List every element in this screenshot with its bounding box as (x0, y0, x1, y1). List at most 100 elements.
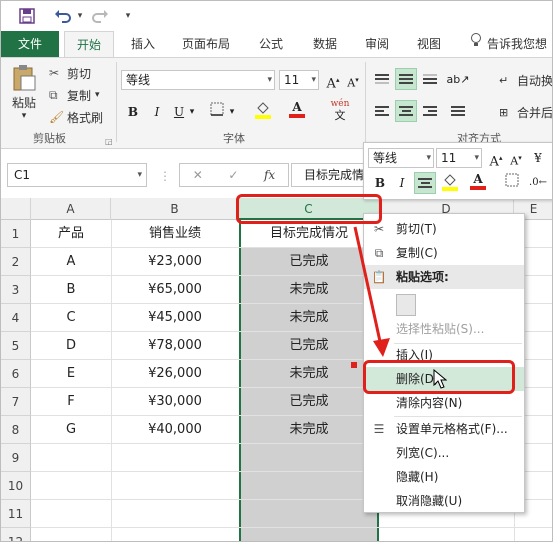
phonetic-guide-button[interactable]: wén 文 (327, 98, 353, 124)
row-header[interactable]: 2 (1, 248, 31, 276)
cell-a[interactable]: 产品 (31, 220, 111, 248)
cell-a[interactable]: B (31, 276, 111, 304)
cell-c[interactable]: 未完成 (239, 416, 379, 444)
align-bottom-icon[interactable] (419, 68, 441, 90)
redo-icon[interactable] (89, 6, 111, 26)
dialog-launcher-icon[interactable]: ◲ (105, 137, 113, 146)
select-all-button[interactable] (1, 198, 31, 220)
cell-b[interactable] (111, 500, 239, 528)
chevron-down-icon[interactable]: ▾ (227, 102, 237, 122)
cell-b[interactable]: ¥45,000 (111, 304, 239, 332)
row-header[interactable]: 11 (1, 500, 31, 528)
align-center-icon[interactable] (395, 100, 417, 122)
bold-button[interactable]: B (123, 102, 143, 122)
column-header-a[interactable]: A (31, 198, 111, 220)
cell-c[interactable] (239, 444, 379, 472)
cell-c[interactable] (239, 528, 379, 541)
wrap-text-button[interactable]: ↵ 自动换 (499, 70, 552, 90)
fill-color-icon[interactable] (253, 100, 273, 120)
cell-c[interactable]: 未完成 (239, 360, 379, 388)
mini-currency-icon[interactable]: ¥ (528, 148, 548, 168)
borders-icon[interactable] (207, 102, 227, 122)
cell-a[interactable]: G (31, 416, 111, 444)
cell-a[interactable]: D (31, 332, 111, 360)
cell-c[interactable] (239, 500, 379, 528)
format-painter-button[interactable]: 🖌 格式刷 (49, 108, 103, 126)
menu-item-cut[interactable]: ✂ 剪切(T) (364, 217, 524, 241)
cell-a[interactable]: A (31, 248, 111, 276)
row-header[interactable]: 1 (1, 220, 31, 248)
row-header[interactable]: 10 (1, 472, 31, 500)
align-middle-icon[interactable] (395, 68, 417, 90)
tab-page-layout[interactable]: 页面布局 (173, 31, 239, 57)
tab-formulas[interactable]: 公式 (251, 31, 291, 57)
row-header[interactable]: 4 (1, 304, 31, 332)
cell-b[interactable] (111, 528, 239, 541)
italic-button[interactable]: I (147, 102, 167, 122)
cell-b[interactable] (111, 444, 239, 472)
cell-b[interactable]: ¥23,000 (111, 248, 239, 276)
row-header[interactable]: 6 (1, 360, 31, 388)
row-header[interactable]: 9 (1, 444, 31, 472)
cell-a[interactable]: C (31, 304, 111, 332)
cell-a[interactable]: E (31, 360, 111, 388)
cell-c[interactable]: 未完成 (239, 276, 379, 304)
chevron-down-icon[interactable]: ▾ (187, 102, 197, 122)
mini-fill-color-icon[interactable] (440, 172, 460, 192)
row-header[interactable]: 12 (1, 528, 31, 541)
cell-b[interactable]: ¥65,000 (111, 276, 239, 304)
paste-button[interactable]: 粘贴 ▾ (7, 64, 41, 122)
chevron-down-icon[interactable]: ▾ (137, 164, 142, 186)
cell-c[interactable]: 已完成 (239, 248, 379, 276)
mini-increase-font-button[interactable]: A▴ (486, 148, 506, 169)
save-icon[interactable] (17, 6, 37, 26)
orientation-icon[interactable]: ab↗ (447, 68, 470, 90)
cell-c[interactable]: 目标完成情况 (239, 220, 379, 248)
cell-c[interactable]: 已完成 (239, 388, 379, 416)
font-size-combo[interactable]: 11 ▾ (279, 70, 319, 90)
underline-button[interactable]: U (169, 102, 189, 122)
menu-item-hide[interactable]: 隐藏(H) (364, 465, 524, 489)
tab-home[interactable]: 开始 (64, 31, 114, 58)
tab-view[interactable]: 视图 (409, 31, 449, 57)
cell-c[interactable]: 已完成 (239, 332, 379, 360)
font-name-combo[interactable]: 等线 ▾ (121, 70, 275, 90)
tab-data[interactable]: 数据 (305, 31, 345, 57)
menu-item-copy[interactable]: ⧉ 复制(C) (364, 241, 524, 265)
align-left-icon[interactable] (371, 100, 393, 122)
mini-size-combo[interactable]: 11 ▾ (436, 148, 482, 168)
copy-button[interactable]: ⧉ 复制 ▾ (49, 86, 100, 104)
mini-decrease-font-button[interactable]: A▾ (506, 148, 526, 168)
mini-font-combo[interactable]: 等线 ▾ (368, 148, 434, 168)
cell-b[interactable]: ¥30,000 (111, 388, 239, 416)
mini-align-center-icon[interactable] (414, 172, 436, 194)
menu-paste-default-button[interactable] (364, 289, 524, 319)
row-header[interactable]: 3 (1, 276, 31, 304)
tab-file[interactable]: 文件 (1, 31, 59, 57)
font-color-icon[interactable]: A (287, 100, 307, 120)
menu-item-paste-special[interactable]: 选择性粘贴(S)... (364, 317, 524, 341)
align-right-icon[interactable] (419, 100, 441, 122)
menu-item-unhide[interactable]: 取消隐藏(U) (364, 489, 524, 513)
indent-icon[interactable] (447, 100, 469, 122)
merge-center-button[interactable]: ⊞ 合并后 (499, 102, 552, 122)
cell-b[interactable] (111, 472, 239, 500)
undo-icon[interactable] (51, 6, 75, 26)
cell-b[interactable]: ¥40,000 (111, 416, 239, 444)
cell-a[interactable]: F (31, 388, 111, 416)
cell-b[interactable]: ¥26,000 (111, 360, 239, 388)
cell-c[interactable] (239, 472, 379, 500)
row-header[interactable]: 5 (1, 332, 31, 360)
mini-bold-button[interactable]: B (370, 173, 390, 193)
mini-decrease-decimal-icon[interactable]: .0← (528, 173, 548, 193)
tab-review[interactable]: 审阅 (357, 31, 397, 57)
undo-dropdown-icon[interactable]: ▾ (75, 6, 85, 26)
cell-a[interactable] (31, 472, 111, 500)
customize-toolbar-icon[interactable]: ▾ (121, 6, 135, 26)
menu-item-format-cells[interactable]: ☰ 设置单元格格式(F)... (364, 417, 524, 441)
cell-c[interactable]: 未完成 (239, 304, 379, 332)
menu-item-column-width[interactable]: 列宽(C)... (364, 441, 524, 465)
insert-function-button[interactable]: fx (264, 168, 275, 182)
tab-insert[interactable]: 插入 (123, 31, 163, 57)
decrease-font-size-button[interactable]: A▾ (343, 70, 363, 90)
